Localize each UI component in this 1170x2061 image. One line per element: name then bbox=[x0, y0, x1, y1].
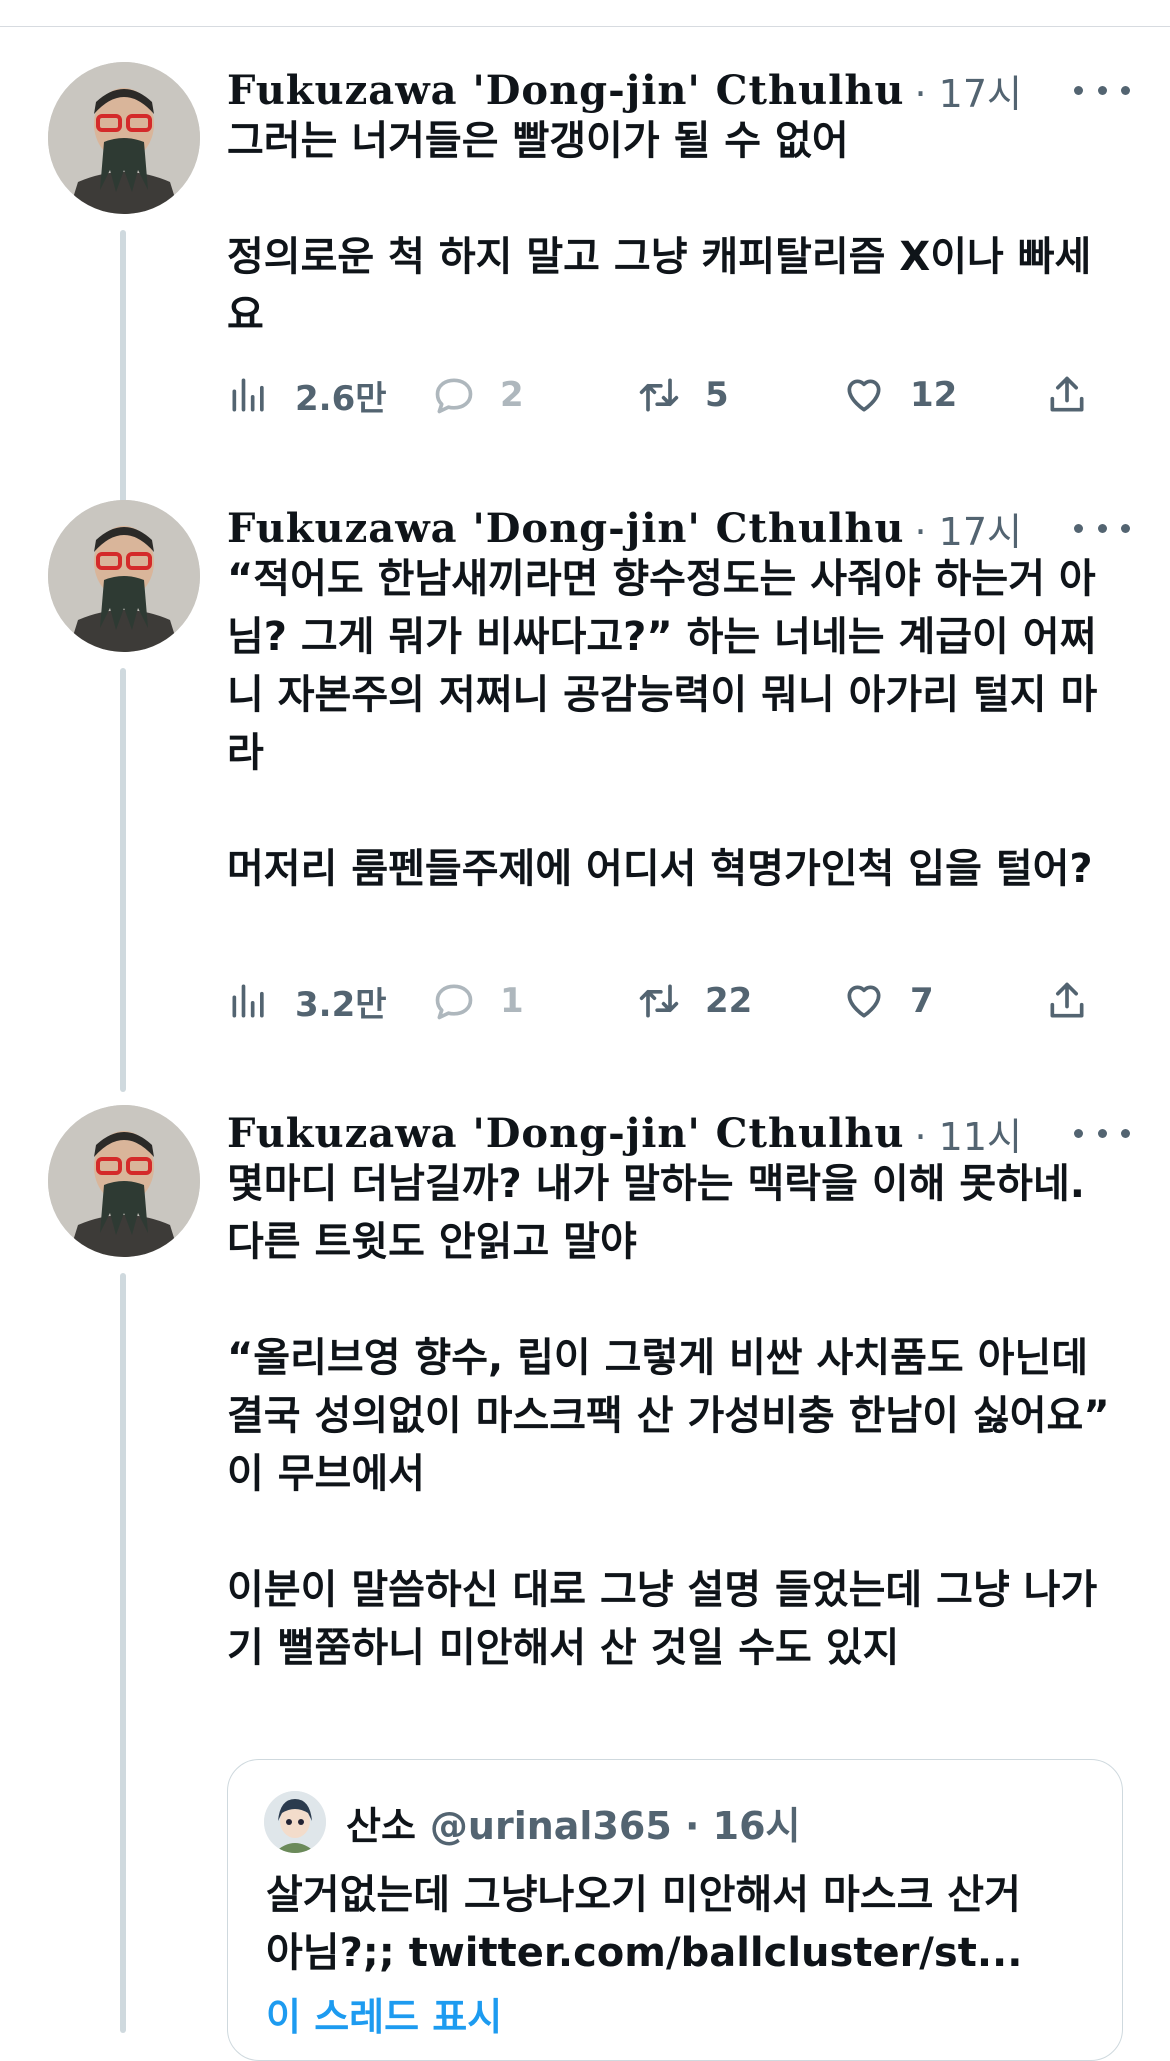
quote-author-handle[interactable]: @urinal365 · 16시 bbox=[430, 1795, 801, 1850]
share-button[interactable] bbox=[1045, 973, 1113, 1029]
author-name[interactable]: Fukuzawa 'Dong-jin' Cthulhu bbox=[227, 505, 905, 552]
tweet-text: 몇마디 더남길까? 내가 말하는 맥락을 이해 못하네. 다른 트윗도 안읽고 … bbox=[227, 1155, 1127, 1677]
retweet-count: 5 bbox=[705, 375, 729, 415]
share-button[interactable] bbox=[1045, 367, 1113, 423]
retweet-button[interactable]: 5 bbox=[637, 367, 729, 423]
reply-button[interactable]: 2 bbox=[432, 367, 524, 423]
retweet-button[interactable]: 22 bbox=[637, 973, 752, 1029]
quote-avatar bbox=[264, 1791, 326, 1853]
views-icon bbox=[232, 378, 264, 412]
reply-icon bbox=[435, 984, 473, 1020]
heart-icon bbox=[847, 379, 881, 412]
more-icon[interactable] bbox=[1074, 1113, 1130, 1153]
author-avatar[interactable] bbox=[48, 62, 200, 214]
author-name[interactable]: Fukuzawa 'Dong-jin' Cthulhu bbox=[227, 67, 905, 114]
share-icon bbox=[1050, 982, 1084, 1018]
paragraph: “올리브영 향수, 립이 그렇게 비싼 사치품도 아닌데 결국 성의없이 마스크… bbox=[227, 1335, 1110, 1439]
author-avatar[interactable] bbox=[48, 500, 200, 652]
more-icon[interactable] bbox=[1074, 70, 1130, 110]
action-bar: 3.2만 1 22 7 bbox=[227, 973, 1097, 1029]
tweet-time[interactable]: · 17시 bbox=[915, 501, 1022, 556]
thread-line bbox=[120, 230, 126, 546]
quote-line[interactable]: 아님?;; twitter.com/ballcluster/st... bbox=[266, 1924, 1106, 1982]
reply-button[interactable]: 1 bbox=[432, 973, 524, 1029]
paragraph: 이분이 말씀하신 대로 그냥 설명 들었는데 그냥 나가기 뻘쭘하니 미안해서 … bbox=[227, 1567, 1098, 1671]
paragraph: 머저리 룸펜들주제에 어디서 혁명가인척 입을 털어? bbox=[227, 846, 1093, 892]
tweet-header: Fukuzawa 'Dong-jin' Cthulhu · 17시 bbox=[227, 62, 1134, 118]
quote-header: 산소 @urinal365 · 16시 bbox=[264, 1790, 801, 1854]
show-thread-link[interactable]: 이 스레드 표시 bbox=[266, 1986, 502, 2041]
action-bar: 2.6만 2 5 12 bbox=[227, 367, 1097, 423]
tweet-header: Fukuzawa 'Dong-jin' Cthulhu · 11시 bbox=[227, 1105, 1134, 1161]
paragraph: 그러는 너거들은 빨갱이가 될 수 없어 bbox=[227, 118, 849, 164]
views-count: 3.2만 bbox=[295, 984, 387, 1025]
tweet-header: Fukuzawa 'Dong-jin' Cthulhu · 17시 bbox=[227, 500, 1134, 556]
more-icon[interactable] bbox=[1074, 508, 1130, 548]
paragraph: 몇마디 더남길까? 내가 말하는 맥락을 이해 못하네. 다른 트윗도 안읽고 … bbox=[227, 1161, 1085, 1265]
like-count: 7 bbox=[910, 981, 934, 1021]
tweet-time[interactable]: · 17시 bbox=[915, 63, 1022, 118]
quote-text: 살거없는데 그냥나오기 미안해서 마스크 산거 아님?;; twitter.co… bbox=[266, 1866, 1106, 1982]
heart-icon bbox=[847, 985, 881, 1018]
tweet-text: 그러는 너거들은 빨갱이가 될 수 없어 정의로운 척 하지 말고 그냥 캐피탈… bbox=[227, 112, 1127, 344]
thread-line bbox=[120, 1273, 126, 2033]
paragraph: 정의로운 척 하지 말고 그냥 캐피탈리즘 X이나 빠세요 bbox=[227, 234, 1092, 338]
views-button[interactable]: 3.2만 bbox=[227, 973, 387, 1029]
views-count: 2.6만 bbox=[295, 378, 387, 419]
tweet-time[interactable]: · 11시 bbox=[915, 1106, 1022, 1161]
like-button[interactable]: 12 bbox=[842, 367, 957, 423]
retweet-icon bbox=[639, 984, 679, 1018]
share-icon bbox=[1050, 376, 1084, 412]
reply-count: 1 bbox=[500, 981, 524, 1021]
quote-author-name[interactable]: 산소 bbox=[346, 1795, 416, 1850]
views-button[interactable]: 2.6만 bbox=[227, 367, 387, 423]
tweet-text: “적어도 한남새끼라면 향수정도는 사줘야 하는거 아님? 그게 뭐가 비싸다고… bbox=[227, 550, 1127, 898]
like-count: 12 bbox=[910, 375, 958, 415]
thread-line bbox=[120, 668, 126, 1092]
reply-count: 2 bbox=[500, 375, 524, 415]
author-name[interactable]: Fukuzawa 'Dong-jin' Cthulhu bbox=[227, 1110, 905, 1157]
views-icon bbox=[232, 984, 264, 1018]
retweet-count: 22 bbox=[705, 981, 753, 1021]
quoted-tweet[interactable]: 산소 @urinal365 · 16시 살거없는데 그냥나오기 미안해서 마스크… bbox=[227, 1759, 1123, 2061]
paragraph: 이 무브에서 bbox=[227, 1451, 425, 1497]
reply-icon bbox=[435, 378, 473, 414]
top-divider bbox=[0, 0, 1170, 27]
paragraph: “적어도 한남새끼라면 향수정도는 사줘야 하는거 아님? 그게 뭐가 비싸다고… bbox=[227, 556, 1098, 776]
quote-line: 살거없는데 그냥나오기 미안해서 마스크 산거 bbox=[266, 1872, 1021, 1918]
like-button[interactable]: 7 bbox=[842, 973, 934, 1029]
retweet-icon bbox=[639, 378, 679, 412]
author-avatar[interactable] bbox=[48, 1105, 200, 1257]
